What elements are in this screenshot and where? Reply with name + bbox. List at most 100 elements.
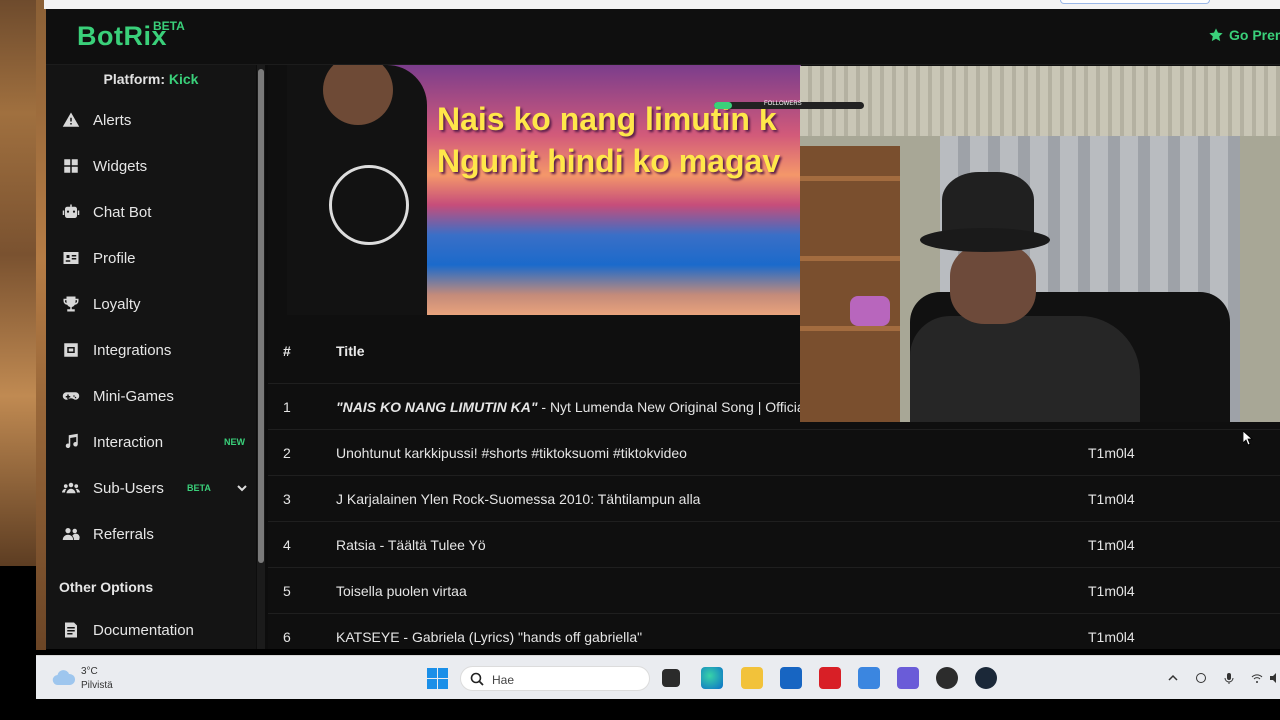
sidebar-item-documentation[interactable]: Documentation — [46, 610, 256, 649]
sidebar-item-chat-bot[interactable]: Chat Bot — [46, 192, 256, 232]
app-l-icon[interactable] — [819, 667, 841, 689]
shelf-board — [800, 326, 900, 331]
row-user: T1m0l4 — [1088, 537, 1135, 553]
table-row[interactable]: 4 Ratsia - Täältä Tulee Yö T1m0l4 — [268, 521, 1280, 567]
robot-icon — [62, 204, 80, 218]
windows-start-icon[interactable] — [427, 668, 448, 689]
sidebar-item-label: Mini-Games — [93, 387, 174, 405]
onedrive-icon[interactable] — [1195, 672, 1207, 684]
row-number: 5 — [283, 583, 291, 599]
users-icon — [62, 482, 80, 494]
gamepad-icon — [62, 392, 80, 400]
browser-toolbar — [44, 0, 1280, 9]
go-premium-button[interactable]: Go Prem — [1208, 27, 1280, 43]
platform-label: Platform: — [103, 71, 165, 87]
warning-icon — [62, 112, 80, 127]
weather-description[interactable]: Pilvistä — [81, 680, 113, 691]
app-header: BotRix BETA Go Prem — [46, 9, 1280, 65]
sidebar-item-widgets[interactable]: Widgets — [46, 146, 256, 186]
platform-indicator: Platform: Kick — [46, 71, 256, 87]
sidebar-scroll-thumb[interactable] — [258, 69, 264, 563]
row-user: T1m0l4 — [1088, 583, 1135, 599]
webcam-person-face — [950, 244, 1036, 324]
webcam-person-body — [910, 316, 1140, 422]
table-row[interactable]: 5 Toisella puolen virtaa T1m0l4 — [268, 567, 1280, 613]
row-title-rest: - Nyt Lumenda New Original Song | Offici… — [537, 399, 808, 415]
sidebar-item-sub-users[interactable]: Sub-Users BETA — [46, 468, 256, 508]
speaker-icon[interactable] — [1269, 672, 1280, 684]
row-title: Unohtunut karkkipussi! #shorts #tiktoksu… — [336, 445, 687, 461]
mouse-cursor-icon — [1243, 431, 1253, 446]
edge-browser-icon[interactable] — [701, 667, 723, 689]
table-row[interactable]: 3 J Karjalainen Ylen Rock-Suomessa 2010:… — [268, 475, 1280, 521]
sidebar-item-label: Alerts — [93, 111, 132, 129]
followers-goal-fill — [714, 102, 732, 109]
desktop-wallpaper — [0, 0, 36, 566]
cloud-icon[interactable] — [52, 668, 76, 686]
grid-icon — [64, 159, 78, 173]
sidebar-item-interaction[interactable]: Interaction NEW — [46, 422, 256, 462]
row-user: T1m0l4 — [1088, 445, 1135, 461]
row-title: KATSEYE - Gabriela (Lyrics) "hands off g… — [336, 629, 643, 645]
steam-icon[interactable] — [975, 667, 997, 689]
video-frame-person — [287, 65, 427, 315]
other-options-heading: Other Options — [59, 579, 154, 595]
trophy-icon — [63, 296, 79, 312]
sidebar-item-integrations[interactable]: Integrations — [46, 330, 256, 370]
webcam-person — [910, 166, 1140, 422]
followers-goal-label: FOLLOWERS — [764, 101, 802, 107]
desktop-wallpaper-edge — [36, 0, 46, 650]
sidebar-item-loyalty[interactable]: Loyalty — [46, 284, 256, 324]
file-explorer-icon[interactable] — [741, 667, 763, 689]
sidebar-item-label: Documentation — [93, 621, 194, 639]
row-number: 1 — [283, 399, 291, 415]
row-number: 3 — [283, 491, 291, 507]
sidebar-item-mini-games[interactable]: Mini-Games — [46, 376, 256, 416]
sidebar-item-referrals[interactable]: Referrals — [46, 514, 256, 554]
shelf-board — [800, 176, 900, 181]
music-icon — [65, 433, 78, 449]
sidebar-item-label: Chat Bot — [93, 203, 152, 221]
shelf-board — [800, 256, 900, 261]
go-premium-label: Go Prem — [1229, 27, 1280, 43]
platform-value[interactable]: Kick — [169, 71, 199, 87]
row-number: 4 — [283, 537, 291, 553]
webcam-ceiling — [800, 66, 1280, 136]
chevron-up-icon[interactable] — [1167, 672, 1179, 684]
sidebar-item-profile[interactable]: Profile — [46, 238, 256, 278]
obs-icon[interactable] — [936, 667, 958, 689]
taskbar-search-input[interactable]: Hae — [460, 666, 650, 691]
weather-temperature[interactable]: 3°C — [81, 666, 98, 677]
id-card-icon — [63, 252, 79, 264]
microphone-icon[interactable] — [1223, 672, 1235, 684]
column-header-title: Title — [336, 343, 365, 359]
chevron-down-icon[interactable] — [236, 482, 248, 494]
store-icon[interactable] — [780, 667, 802, 689]
teams-icon[interactable] — [897, 667, 919, 689]
sidebar-item-label: Sub-Users — [93, 479, 164, 497]
sidebar-item-label: Loyalty — [93, 295, 141, 313]
sidebar-item-alerts[interactable]: Alerts — [46, 100, 256, 140]
row-title: J Karjalainen Ylen Rock-Suomessa 2010: T… — [336, 491, 701, 507]
sidebar-item-label: Interaction — [93, 433, 164, 451]
screen-bottom-border — [0, 699, 1280, 720]
table-row[interactable]: 2 Unohtunut karkkipussi! #shorts #tiktok… — [268, 429, 1280, 475]
search-placeholder: Hae — [492, 673, 515, 687]
star-icon — [1209, 28, 1223, 42]
sidebar-item-label: Widgets — [93, 157, 148, 175]
logo-beta-badge: BETA — [153, 19, 185, 33]
search-icon — [470, 672, 484, 686]
table-row[interactable]: 6 KATSEYE - Gabriela (Lyrics) "hands off… — [268, 613, 1280, 649]
row-title: Ratsia - Täältä Tulee Yö — [336, 537, 486, 553]
wifi-icon[interactable] — [1251, 672, 1263, 684]
mail-icon[interactable] — [858, 667, 880, 689]
user-friends-icon — [62, 528, 80, 540]
browser-address-bar-edge[interactable] — [1060, 0, 1210, 4]
video-lyric-line: Ngunit hindi ko magav — [437, 143, 781, 179]
video-person-head — [323, 65, 393, 125]
hat-brim — [920, 228, 1050, 252]
row-title: Toisella puolen virtaa — [336, 583, 467, 599]
sidebar-item-label: Integrations — [93, 341, 172, 359]
sidebar-scrollbar[interactable] — [257, 65, 265, 649]
task-view-icon[interactable] — [662, 669, 680, 687]
